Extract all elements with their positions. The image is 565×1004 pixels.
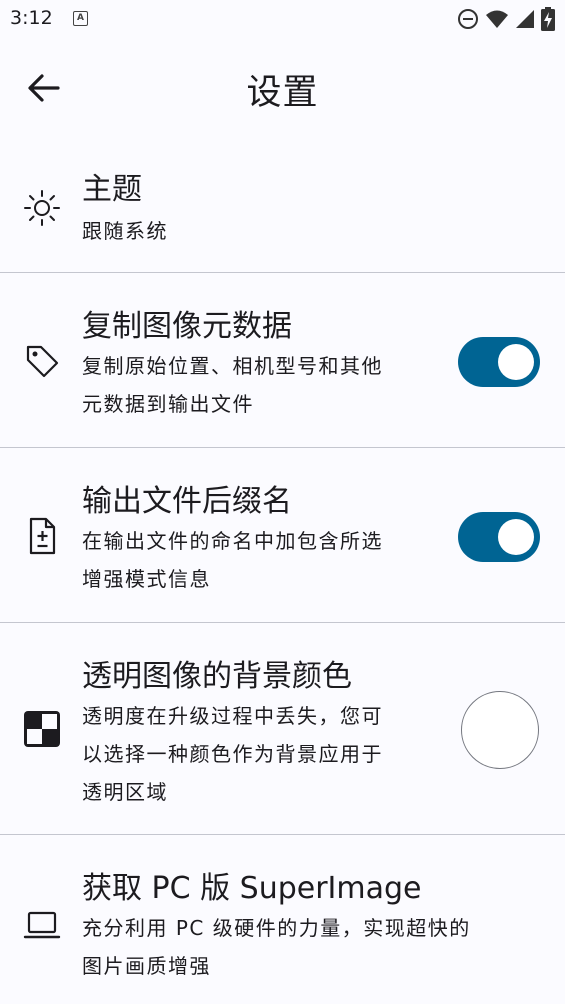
brightness-icon xyxy=(24,190,60,226)
metadata-title: 复制图像元数据 xyxy=(82,309,292,344)
background-title: 透明图像的背景颜色 xyxy=(82,659,352,694)
background-desc-line1: 透明度在升级过程中丢失，您可 xyxy=(82,704,383,728)
theme-title: 主题 xyxy=(82,172,142,207)
status-icons xyxy=(457,7,555,31)
transparency-icon xyxy=(24,711,60,747)
metadata-desc-line2: 元数据到输出文件 xyxy=(82,392,254,416)
toggle-knob xyxy=(498,519,534,555)
pc-desc-line2: 图片画质增强 xyxy=(82,954,211,978)
toggle-knob xyxy=(498,344,534,380)
top-app-bar: 设置 xyxy=(0,50,565,124)
cellular-signal-icon xyxy=(516,10,534,28)
metadata-desc-line1: 复制原始位置、相机型号和其他 xyxy=(82,354,383,378)
tag-icon xyxy=(26,345,59,378)
suffix-toggle[interactable] xyxy=(458,512,540,562)
suffix-desc-line2: 增强模式信息 xyxy=(82,567,211,591)
setting-get-pc-version[interactable]: 获取 PC 版 SuperImage 充分利用 PC 级硬件的力量，实现超快的 … xyxy=(0,835,565,1004)
laptop-icon xyxy=(23,911,61,939)
background-desc-line3: 透明区域 xyxy=(82,780,168,804)
notification-icon: A xyxy=(73,11,88,26)
suffix-title: 输出文件后缀名 xyxy=(82,484,292,519)
do-not-disturb-icon xyxy=(458,9,478,29)
suffix-desc-line1: 在输出文件的命名中加包含所选 xyxy=(82,529,383,553)
file-plus-minus-icon xyxy=(29,517,56,555)
battery-charging-icon xyxy=(541,7,555,31)
theme-subtitle: 跟随系统 xyxy=(82,219,168,243)
pc-desc-line1: 充分利用 PC 级硬件的力量，实现超快的 xyxy=(82,916,471,940)
page-title: 设置 xyxy=(246,73,319,113)
status-bar: 3:12 A xyxy=(0,0,565,38)
setting-background-color[interactable]: 透明图像的背景颜色 透明度在升级过程中丢失，您可 以选择一种颜色作为背景应用于 … xyxy=(0,623,565,834)
setting-output-suffix[interactable]: 输出文件后缀名 在输出文件的命名中加包含所选 增强模式信息 xyxy=(0,448,565,622)
status-time: 3:12 xyxy=(10,7,53,29)
pc-title: 获取 PC 版 SuperImage xyxy=(82,871,422,906)
metadata-toggle[interactable] xyxy=(458,337,540,387)
background-color-swatch[interactable] xyxy=(461,691,539,769)
setting-theme[interactable]: 主题 跟随系统 xyxy=(0,150,565,272)
setting-copy-metadata[interactable]: 复制图像元数据 复制原始位置、相机型号和其他 元数据到输出文件 xyxy=(0,273,565,447)
wifi-icon xyxy=(486,10,508,28)
background-desc-line2: 以选择一种颜色作为背景应用于 xyxy=(82,742,383,766)
